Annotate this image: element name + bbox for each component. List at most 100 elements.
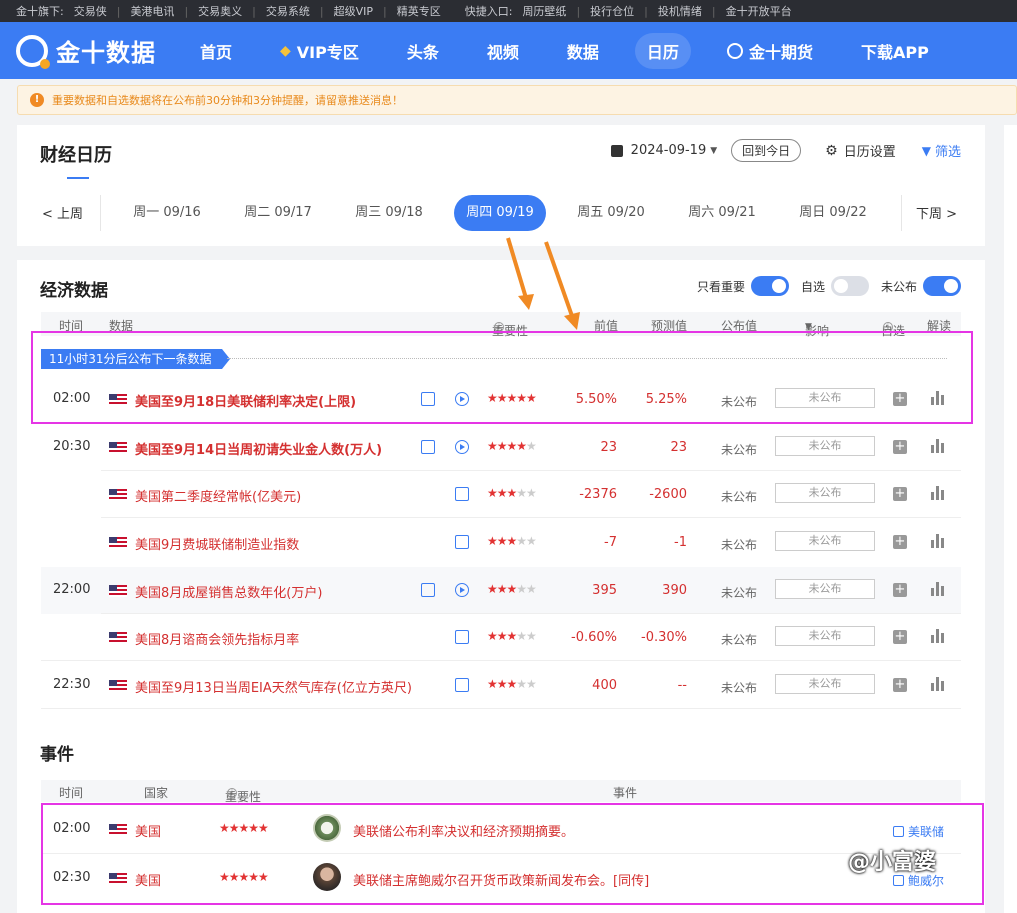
back-to-today-button[interactable]: 回到今日 <box>731 139 802 162</box>
prev-week-button[interactable]: < 上周 <box>42 203 83 222</box>
indicator-name[interactable]: 美国至9月13日当周EIA天然气库存(亿立方英尺) <box>135 677 412 696</box>
next-week-button[interactable]: 下周 > <box>916 203 957 222</box>
calendar-settings-button[interactable]: ⚙ 日历设置 <box>825 141 896 161</box>
play-icon[interactable] <box>455 583 469 597</box>
day-tab[interactable]: 周日 09/22 <box>787 195 879 231</box>
topbar-link[interactable]: 交易侠 <box>74 3 107 19</box>
indicator-name[interactable]: 美国8月谘商会领先指标月率 <box>135 629 299 648</box>
impact-box: 未公布 <box>775 626 875 646</box>
add-watch-button[interactable]: + <box>893 535 907 549</box>
author-signature: @小富婆 <box>848 850 937 875</box>
cube-icon[interactable] <box>455 535 469 549</box>
caret-down-icon: ▼ <box>710 145 718 156</box>
quick-link[interactable]: 周历壁纸 <box>522 3 566 19</box>
nav-data-label: 数据 <box>566 42 599 62</box>
logo-text: 金十数据 <box>56 39 156 67</box>
toggle-watchlist[interactable] <box>830 276 869 296</box>
cube-icon[interactable] <box>421 583 435 597</box>
forecast-value: -- <box>677 678 687 693</box>
impact-box: 未公布 <box>775 436 875 456</box>
site-logo[interactable]: 金十数据 <box>16 33 176 69</box>
quick-link[interactable]: 投行仓位 <box>590 3 634 19</box>
col-time: 时间 <box>59 786 84 800</box>
topbar-prefix: 金十旗下: <box>16 5 64 18</box>
filter-icon: ▼ <box>921 143 931 158</box>
nav-home[interactable]: 首页 <box>188 33 244 69</box>
indicator-name[interactable]: 美国至9月14日当周初请失业金人数(万人) <box>135 439 382 458</box>
topbar-link[interactable]: 交易系统 <box>266 3 310 19</box>
bar-chart-icon[interactable] <box>931 582 945 596</box>
table-row[interactable]: 美国第二季度经常帐(亿美元) ★★★★★ -2376 -2600 未公布 未公布… <box>41 471 961 518</box>
filter-button[interactable]: ▼ 筛选 <box>921 141 961 161</box>
cube-icon[interactable] <box>455 487 469 501</box>
nav-vip-label: VIP专区 <box>296 42 359 62</box>
importance-stars: ★★★★★ <box>487 486 537 500</box>
settings-label: 日历设置 <box>843 145 896 160</box>
topbar-link[interactable]: 美港电讯 <box>130 3 174 19</box>
alert-icon: ! <box>30 93 44 107</box>
highlight-box-rate-decision <box>31 331 973 424</box>
actual-status: 未公布 <box>721 443 758 457</box>
bar-chart-icon[interactable] <box>931 534 945 548</box>
topbar-link[interactable]: 精英专区 <box>397 3 441 19</box>
nav-futures[interactable]: 金十期货 <box>715 33 825 69</box>
nav-futures-label: 金十期货 <box>748 42 813 62</box>
importance-stars: ★★★★★ <box>487 439 537 453</box>
day-tab[interactable]: 周三 09/18 <box>343 195 435 231</box>
actual-status: 未公布 <box>721 538 758 552</box>
play-icon[interactable] <box>455 440 469 454</box>
nav-video[interactable]: 视频 <box>475 33 531 69</box>
day-tab[interactable]: 周六 09/21 <box>676 195 768 231</box>
toggle-unreleased[interactable] <box>923 276 961 296</box>
nav-vip[interactable]: ◆ VIP专区 <box>268 33 371 69</box>
bar-chart-icon[interactable] <box>931 629 945 643</box>
quick-link[interactable]: 投机情绪 <box>658 3 702 19</box>
indicator-name[interactable]: 美国9月费城联储制造业指数 <box>135 534 299 553</box>
day-tab[interactable]: 周五 09/20 <box>565 195 657 231</box>
day-tab[interactable]: 周二 09/17 <box>232 195 324 231</box>
actual-status: 未公布 <box>721 633 758 647</box>
table-row[interactable]: 22:30 美国至9月13日当周EIA天然气库存(亿立方英尺) ★★★★★ 40… <box>41 662 961 709</box>
diamond-icon: ◆ <box>280 42 291 59</box>
indicator-name[interactable]: 美国8月成屋销售总数年化(万户) <box>135 582 322 601</box>
top-bar: 金十旗下: 交易侠 | 美港电讯 | 交易奥义 | 交易系统 | 超级VIP | 精英专区… <box>0 0 1017 22</box>
bar-chart-icon[interactable] <box>931 439 945 453</box>
add-watch-button[interactable]: + <box>893 487 907 501</box>
reminder-notice: ! 重要数据和自选数据将在公布前30分钟和3分钟提醒，请留意推送消息！ <box>17 85 1017 115</box>
add-watch-button[interactable]: + <box>893 678 907 692</box>
cube-icon[interactable] <box>455 630 469 644</box>
add-watch-button[interactable]: + <box>893 440 907 454</box>
nav-data[interactable]: 数据 <box>555 33 611 69</box>
table-row[interactable]: 22:00 美国8月成屋销售总数年化(万户) ★★★★★ 395 390 未公布… <box>41 567 961 614</box>
nav-headlines[interactable]: 头条 <box>395 33 451 69</box>
actual-status: 未公布 <box>721 490 758 504</box>
us-flag-icon <box>109 585 127 597</box>
day-tab-active[interactable]: 周四 09/19 <box>454 195 546 231</box>
toggle-important-only[interactable] <box>750 276 789 296</box>
info-icon: i <box>227 788 237 798</box>
importance-stars: ★★★★★ <box>487 534 537 548</box>
table-row[interactable]: 美国8月谘商会领先指标月率 ★★★★★ -0.60% -0.30% 未公布 未公… <box>41 614 961 661</box>
quick-link[interactable]: 金十开放平台 <box>726 3 792 19</box>
topbar-link[interactable]: 超级VIP <box>334 3 373 19</box>
table-row[interactable]: 20:30 美国至9月14日当周初请失业金人数(万人) ★★★★★ 23 23 … <box>41 424 961 471</box>
indicator-name[interactable]: 美国第二季度经常帐(亿美元) <box>135 486 301 505</box>
cube-icon[interactable] <box>421 440 435 454</box>
date-picker[interactable]: 2024-09-19 ▼ <box>610 143 718 158</box>
impact-box: 未公布 <box>775 579 875 599</box>
bar-chart-icon[interactable] <box>931 486 945 500</box>
us-flag-icon <box>109 680 127 692</box>
bar-chart-icon[interactable] <box>931 677 945 691</box>
week-selector: < 上周 周一 09/16 周二 09/17 周三 09/18 周四 09/19… <box>17 195 985 231</box>
nav-download-app[interactable]: 下载APP <box>849 33 941 69</box>
divider <box>100 195 101 231</box>
topbar-link[interactable]: 交易奥义 <box>198 3 242 19</box>
nav-calendar[interactable]: 日历 <box>634 32 691 69</box>
table-row[interactable]: 美国9月费城联储制造业指数 ★★★★★ -7 -1 未公布 未公布 + <box>41 519 961 566</box>
add-watch-button[interactable]: + <box>893 630 907 644</box>
add-watch-button[interactable]: + <box>893 583 907 597</box>
cube-icon[interactable] <box>455 678 469 692</box>
calendar-toolbar: 2024-09-19 ▼ 回到今日 ⚙ 日历设置 ▼ 筛选 <box>610 139 961 162</box>
page-title: 财经日历 <box>40 145 112 166</box>
day-tab[interactable]: 周一 09/16 <box>121 195 213 231</box>
